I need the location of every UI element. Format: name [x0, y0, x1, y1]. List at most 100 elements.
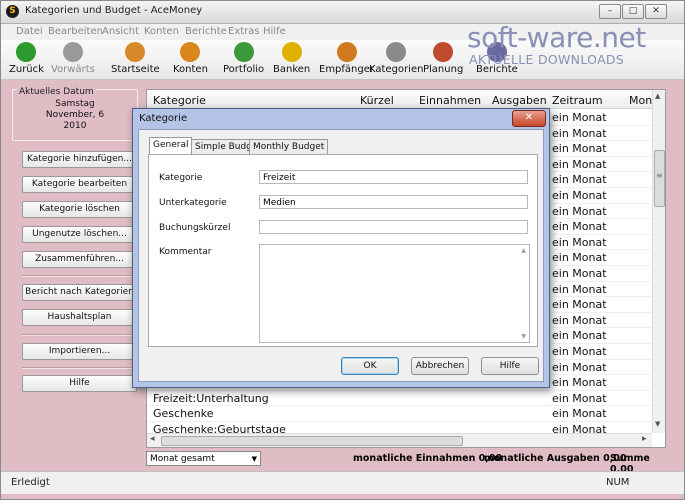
toolbar-label: Startseite	[111, 64, 160, 75]
scroll-up-icon[interactable]: ▲	[655, 92, 660, 100]
row-period: ein Monat	[552, 345, 607, 358]
row-period: ein Monat	[552, 391, 607, 405]
delete-category-button[interactable]: Kategorie löschen	[22, 201, 137, 218]
menu-hilfe[interactable]: Hilfe	[263, 26, 286, 37]
toolbar-banken-button[interactable]: Banken	[273, 42, 310, 75]
row-period: ein Monat	[552, 329, 607, 343]
toolbar-zurück-button[interactable]: Zurück	[9, 42, 44, 75]
delete-unused-button[interactable]: Ungenutze löschen...	[22, 226, 137, 243]
col-header-period[interactable]: Zeitraum	[552, 94, 603, 107]
toolbar-startseite-button[interactable]: Startseite	[111, 42, 160, 75]
budget-plan-button[interactable]: Haushaltsplan	[22, 309, 137, 326]
menu-bearbeiten[interactable]: Bearbeiten	[48, 26, 103, 37]
current-date-label: Aktuelles Datum	[17, 87, 96, 97]
col-header-category[interactable]: Kategorie	[153, 94, 206, 107]
scroll-right-icon[interactable]: ▸	[642, 434, 647, 444]
menu-berichte[interactable]: Berichte	[185, 26, 227, 37]
categories-box-icon	[386, 42, 407, 62]
scroll-left-icon[interactable]: ◂	[150, 434, 155, 444]
dialog-close-button[interactable]: ✕	[512, 110, 546, 127]
scroll-down-icon[interactable]: ▼	[655, 420, 660, 428]
booking-shortcut-input[interactable]	[259, 220, 528, 234]
row-period: ein Monat	[552, 376, 607, 390]
horizontal-scroll-thumb[interactable]	[161, 436, 463, 446]
toolbar-label: Banken	[273, 64, 311, 75]
scroll-up-icon[interactable]: ▲	[521, 247, 526, 254]
help-left-button[interactable]: Hilfe	[22, 375, 137, 392]
app-logo-icon: S	[6, 5, 19, 18]
back-arrow-icon	[16, 42, 37, 62]
booking-shortcut-label: Buchungskürzel	[159, 223, 231, 233]
dialog-title: Kategorie	[139, 113, 188, 124]
grid-header: Kategorie Kürzel Einnahmen Ausgaben Zeit…	[147, 90, 652, 109]
window-title: Kategorien und Budget - AceMoney	[25, 5, 203, 16]
col-header-expenses[interactable]: Ausgaben	[492, 94, 547, 107]
category-report-button[interactable]: Bericht nach Kategorien	[22, 284, 137, 301]
monthly-income: monatliche Einnahmen 0,00	[353, 453, 503, 464]
left-separator	[22, 367, 135, 369]
edit-category-button[interactable]: Kategorie bearbeiten	[22, 176, 137, 193]
toolbar-vorwärts-button[interactable]: Vorwärts	[51, 42, 95, 75]
bank-coin-icon	[281, 42, 302, 62]
toolbar-label: Kategorien	[369, 64, 424, 75]
vertical-scroll-thumb[interactable]: ≡	[654, 150, 665, 207]
general-tab-panel: Kategorie Freizeit Unterkategorie Medien…	[148, 154, 538, 347]
comment-textarea[interactable]: ▲ ▼	[259, 244, 530, 343]
forward-arrow-icon	[62, 42, 83, 62]
current-year: 2010	[63, 121, 87, 131]
toolbar-portfolio-button[interactable]: Portfolio	[223, 42, 264, 75]
row-period: ein Monat	[552, 126, 607, 140]
col-header-month[interactable]: Mon	[629, 94, 652, 107]
current-date-box: Aktuelles Datum Samstag November, 6 2010	[12, 87, 138, 141]
toolbar-planung-button[interactable]: Planung	[423, 42, 463, 75]
current-date: November, 6	[45, 110, 105, 120]
watermark-subtitle: AKTUELLE DOWNLOADS	[469, 52, 625, 67]
toolbar-label: Konten	[173, 64, 208, 75]
maximize-button[interactable]: □	[622, 4, 644, 19]
row-period: ein Monat	[552, 142, 607, 156]
minimize-button[interactable]: –	[599, 4, 621, 19]
tab-monthly-budget[interactable]: Monthly Budget	[249, 139, 329, 154]
import-button[interactable]: Importieren...	[22, 343, 137, 360]
status-text: Erledigt	[11, 477, 50, 488]
current-day: Samstag	[55, 99, 95, 109]
row-category-name: Freizeit:Unterhaltung	[153, 391, 269, 405]
table-row[interactable]: Geschenke ein Monat	[147, 405, 652, 422]
tab-general[interactable]: General	[149, 137, 193, 155]
subcategory-input[interactable]: Medien	[259, 195, 528, 209]
portfolio-icon	[233, 42, 254, 62]
help-button[interactable]: Hilfe	[481, 357, 539, 375]
period-select[interactable]: Monat gesamt ▼	[146, 451, 261, 466]
row-period: ein Monat	[552, 313, 607, 327]
grip-icon: ≡	[656, 171, 663, 180]
toolbar-konten-button[interactable]: Konten	[173, 42, 208, 75]
row-period: ein Monat	[552, 267, 607, 280]
col-header-income[interactable]: Einnahmen	[419, 94, 481, 107]
toolbar-empfänger-button[interactable]: Empfänger	[319, 42, 374, 75]
grid-horizontal-scrollbar[interactable]: ◂ ▸	[147, 433, 652, 447]
cancel-button[interactable]: Abbrechen	[411, 357, 469, 375]
merge-button[interactable]: Zusammenführen...	[22, 251, 137, 268]
col-header-shortcut[interactable]: Kürzel	[360, 94, 394, 107]
toolbar-label: Planung	[423, 64, 464, 75]
menu-ansicht[interactable]: Ansicht	[102, 26, 139, 37]
menu-datei[interactable]: Datei	[16, 26, 43, 37]
category-input[interactable]: Freizeit	[259, 170, 528, 184]
menu-konten[interactable]: Konten	[144, 26, 179, 37]
row-period: ein Monat	[552, 111, 607, 124]
toolbar-label: Zurück	[9, 64, 44, 75]
add-category-button[interactable]: Kategorie hinzufügen...	[22, 151, 137, 168]
left-separator	[22, 334, 135, 336]
scroll-down-icon[interactable]: ▼	[521, 333, 526, 340]
num-lock-indicator: NUM	[606, 477, 630, 488]
ok-button[interactable]: OK	[341, 357, 399, 375]
toolbar-label: Portfolio	[223, 64, 265, 75]
dialog-body: General Simple Budget Monthly Budget Kat…	[138, 129, 544, 382]
period-select-value: Monat gesamt	[150, 454, 215, 464]
grid-vertical-scrollbar[interactable]: ▲ ≡ ▼	[652, 90, 665, 433]
watermark-title: soft-ware.net	[467, 21, 646, 54]
toolbar-kategorien-button[interactable]: Kategorien	[369, 42, 423, 75]
menu-extras[interactable]: Extras	[228, 26, 260, 37]
table-row[interactable]: Freizeit:Unterhaltung ein Monat	[147, 390, 652, 407]
close-window-button[interactable]: ✕	[645, 4, 667, 19]
